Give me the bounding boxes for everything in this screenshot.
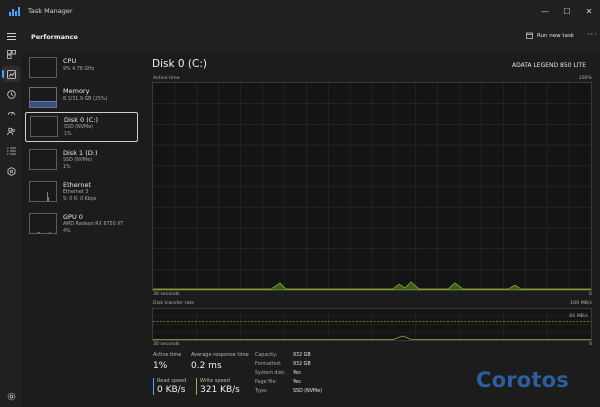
read-speed-value: 0 KB/s xyxy=(157,385,186,395)
active-time-max-label: 100% xyxy=(578,76,592,81)
hamburger-menu-button[interactable] xyxy=(2,28,20,44)
cpu-thumbnail-graph xyxy=(29,57,57,78)
disk-1-name: Disk 1 (D:) xyxy=(63,149,98,157)
hamburger-icon xyxy=(6,32,16,40)
read-speed-label: Read speed xyxy=(157,378,187,384)
ethernet-adapter: Ethernet 3 xyxy=(63,190,89,195)
active-time-graph-label: Active time xyxy=(153,76,180,81)
read-speed-indicator xyxy=(153,378,154,395)
active-time-stat-label: Active time xyxy=(153,352,182,358)
gpu-thumbnail-graph xyxy=(29,213,57,234)
cpu-usage: 9% 4.78 GHz xyxy=(63,67,95,72)
history-icon xyxy=(6,89,16,99)
memory-thumbnail-graph xyxy=(29,87,57,108)
active-time-graph xyxy=(152,82,592,291)
transfer-rate-window-label: 30 seconds xyxy=(153,342,180,347)
ethernet-thumbnail-graph xyxy=(29,181,57,202)
cpu-name: CPU xyxy=(63,57,77,65)
nav-app-history[interactable] xyxy=(2,86,20,102)
sidebar-item-ethernet[interactable]: Ethernet Ethernet 3 S: 0 R: 0 Kbps xyxy=(25,178,138,208)
prop-formatted-value: 932 GB xyxy=(293,362,311,367)
disk-0-usage: 1% xyxy=(64,132,72,137)
section-title: Performance xyxy=(31,33,78,41)
prop-system-disk-value: Yes xyxy=(293,371,301,376)
close-button[interactable]: ✕ xyxy=(578,0,600,22)
command-bar: Performance Run new task ··· xyxy=(22,22,600,52)
disk-0-name: Disk 0 (C:) xyxy=(64,116,99,124)
transfer-rate-graph-label: Disk transfer rate xyxy=(153,301,195,306)
disk-1-usage: 1% xyxy=(63,165,71,170)
prop-capacity-value: 932 GB xyxy=(293,353,311,358)
disk-1-type: SSD (NVMe) xyxy=(63,158,93,163)
memory-name: Memory xyxy=(63,87,90,95)
startup-gauge-icon xyxy=(7,111,15,115)
minimize-button[interactable]: — xyxy=(534,0,556,22)
write-speed-label: Write speed xyxy=(200,378,230,384)
sidebar-item-cpu[interactable]: CPU 9% 4.78 GHz xyxy=(25,54,138,84)
transfer-rate-mid-label: 60 MB/s xyxy=(569,314,588,319)
transfer-rate-graph-plot xyxy=(153,309,591,340)
more-options-button[interactable]: ··· xyxy=(587,30,598,39)
sidebar-item-gpu-0[interactable]: GPU 0 AMD Radeon RX 6750 XT 4% xyxy=(25,210,138,240)
prop-type-key: Type: xyxy=(255,389,268,394)
transfer-rate-max-label: 100 MB/s xyxy=(570,301,592,306)
nav-details[interactable] xyxy=(2,143,20,159)
prop-system-disk-key: System disk: xyxy=(255,371,286,376)
prop-type-value: SSD (NVMe) xyxy=(293,389,323,394)
services-icon xyxy=(7,166,15,176)
run-new-task-button[interactable]: Run new task xyxy=(526,32,574,39)
write-speed-value: 321 KB/s xyxy=(200,385,240,395)
prop-capacity-key: Capacity: xyxy=(255,353,278,358)
users-icon xyxy=(6,127,15,135)
disk-title: Disk 0 (C:) xyxy=(152,58,207,70)
transfer-rate-graph xyxy=(152,308,592,341)
response-time-stat-label: Average response time xyxy=(191,352,249,358)
nav-processes[interactable] xyxy=(2,46,20,62)
gear-icon xyxy=(7,392,15,400)
sidebar-item-disk-0[interactable]: Disk 0 (C:) SSD (NVMe) 1% xyxy=(25,112,138,142)
disk-performance-panel: Disk 0 (C:) ADATA LEGEND 850 LITE Active… xyxy=(143,52,600,407)
sidebar-item-disk-1[interactable]: Disk 1 (D:) SSD (NVMe) 1% xyxy=(25,146,138,176)
gpu-usage: 4% xyxy=(63,229,71,234)
active-time-window-label: 30 seconds xyxy=(153,292,180,297)
watermark-logo: Corotos xyxy=(476,368,569,392)
ethernet-throughput: S: 0 R: 0 Kbps xyxy=(63,197,97,202)
memory-usage: 8.1/31.9 GB (25%) xyxy=(63,97,108,102)
task-manager-app-icon xyxy=(9,6,20,16)
prop-page-file-value: Yes xyxy=(293,380,301,385)
prop-formatted-key: Formatted: xyxy=(255,362,282,367)
active-time-min-label: 0 xyxy=(589,292,592,297)
window-controls: — ☐ ✕ xyxy=(534,0,600,22)
disk-0-thumbnail-graph xyxy=(30,116,58,137)
nav-services[interactable] xyxy=(2,163,20,179)
gpu-model: AMD Radeon RX 6750 XT xyxy=(63,222,124,227)
maximize-button[interactable]: ☐ xyxy=(556,0,578,22)
transfer-rate-min-label: 0 xyxy=(589,342,592,347)
run-new-task-label: Run new task xyxy=(537,32,574,39)
response-time-stat-value: 0.2 ms xyxy=(191,361,222,371)
processes-icon xyxy=(6,49,16,59)
disk-0-type: SSD (NVMe) xyxy=(64,125,94,130)
app-title: Task Manager xyxy=(28,7,73,15)
disk-model: ADATA LEGEND 850 LITE xyxy=(512,62,586,69)
nav-startup-apps[interactable] xyxy=(2,104,20,120)
performance-icon xyxy=(6,69,16,79)
disk-1-thumbnail-graph xyxy=(29,149,57,170)
nav-performance[interactable] xyxy=(2,66,20,82)
active-time-stat-value: 1% xyxy=(153,361,168,371)
nav-settings[interactable] xyxy=(2,388,20,404)
prop-page-file-key: Page file: xyxy=(255,380,278,385)
gpu-name: GPU 0 xyxy=(63,213,83,221)
write-speed-indicator xyxy=(196,378,197,395)
run-task-icon xyxy=(526,32,533,39)
sidebar-item-memory[interactable]: Memory 8.1/31.9 GB (25%) xyxy=(25,84,138,114)
nav-users[interactable] xyxy=(2,123,20,139)
ethernet-name: Ethernet xyxy=(63,181,91,189)
active-time-graph-plot xyxy=(152,83,592,291)
resource-sidebar: CPU 9% 4.78 GHz Memory 8.1/31.9 GB (25%)… xyxy=(22,52,142,407)
title-bar: Task Manager — ☐ ✕ xyxy=(0,0,600,22)
details-list-icon xyxy=(6,147,16,155)
nav-rail xyxy=(0,22,22,407)
